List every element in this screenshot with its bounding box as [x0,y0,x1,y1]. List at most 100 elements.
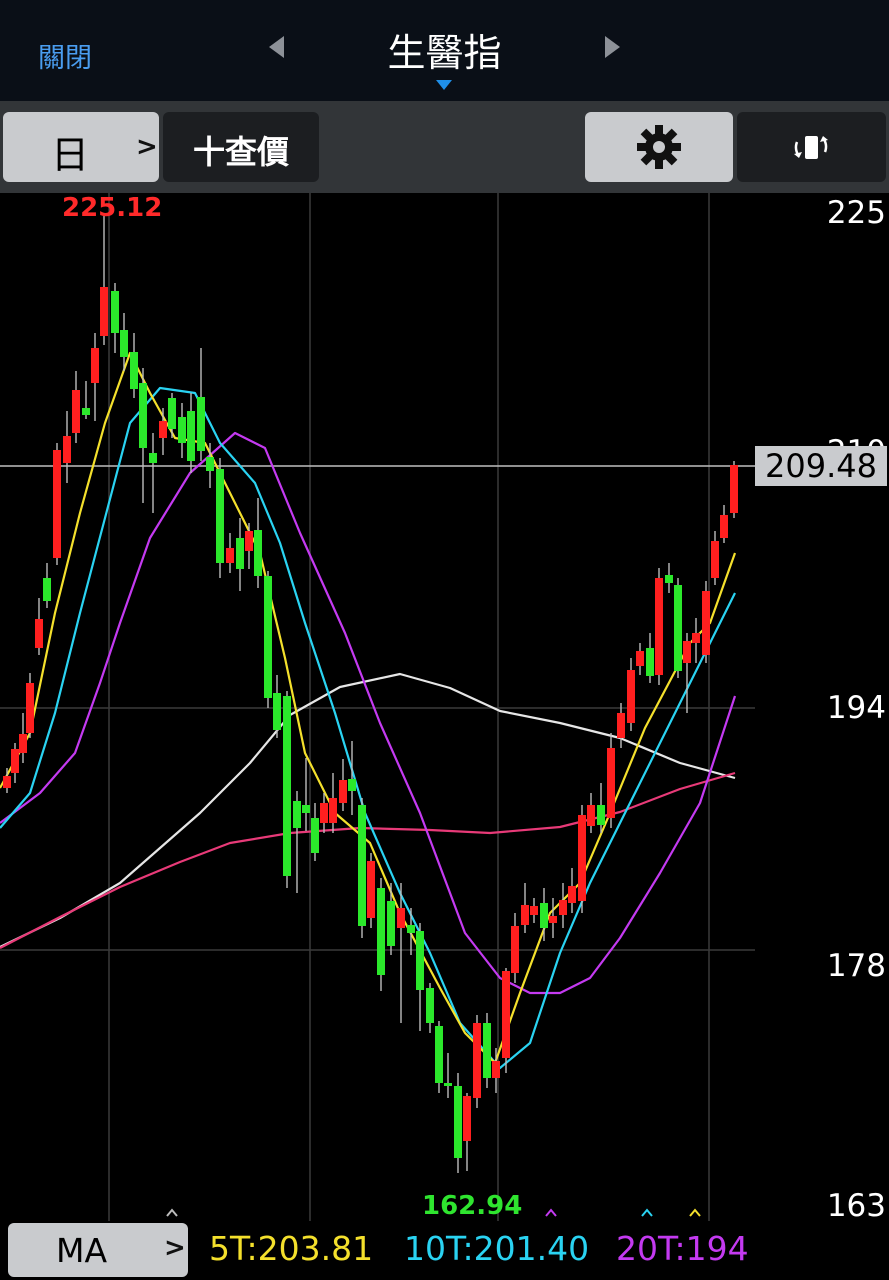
candle [245,523,253,569]
indicator-selector-button[interactable]: MA > [8,1223,188,1277]
candle-body [692,633,700,643]
candle-body [636,651,644,666]
candle-body [236,538,244,569]
candle [627,658,635,731]
candle-body [82,408,90,415]
candle-body [130,352,138,389]
candle [159,408,167,455]
candle-body [348,779,356,791]
candle [236,518,244,591]
candle [587,793,595,833]
page-title[interactable]: 生醫指 [0,22,889,77]
chevron-right-icon: > [164,1233,186,1263]
candle [435,1021,443,1093]
candle [226,533,234,573]
candle [168,393,176,438]
indicator-label: MA [56,1231,108,1270]
candle-body [226,548,234,563]
candle-body [568,886,576,903]
candle [139,368,147,503]
candle-body [11,749,19,773]
candle-body [120,330,128,357]
candle [19,713,27,763]
candle-body [311,818,319,853]
candle [655,568,663,685]
candle-body [444,1083,452,1086]
candle-body [483,1023,491,1078]
candle [367,853,375,928]
y-tick: 225 [826,195,886,231]
title-dropdown-caret-icon[interactable] [436,80,452,90]
candle-body [19,734,27,753]
candle-body [206,457,214,471]
candle-body [377,888,385,975]
candle-body [416,931,424,990]
candle-body [3,776,11,788]
candle-body [302,805,310,813]
candle-body [320,803,328,823]
candle [511,913,519,983]
candle-body [502,971,510,1058]
candle [502,968,510,1073]
ma5-value: 5T:203.81 [209,1229,374,1268]
crosshair-query-button[interactable]: 十查價 [163,112,319,182]
candle [100,213,108,345]
candle [540,888,548,941]
candle-body [617,713,625,738]
candle [53,443,61,565]
candle [607,733,615,828]
settings-button[interactable] [585,112,733,182]
candlestick-chart[interactable]: 225.12 162.94 225 210 194 178 163 209.48 [0,193,889,1224]
moving-average-lines [0,351,737,1070]
candle [473,1015,481,1108]
candle [530,898,538,923]
candle-body [100,287,108,336]
candle [674,578,682,678]
candle-body [111,291,119,333]
candle-body [26,683,34,733]
candle [293,791,301,893]
candle-body [530,906,538,915]
candle [187,393,195,473]
price-chart-svg[interactable] [0,193,755,1221]
candle-body [521,905,529,925]
candle [568,868,576,913]
ma-cross-marker [641,1208,653,1217]
candle [311,803,319,861]
candle-body [492,1061,500,1078]
candle-body [358,805,366,926]
candle-body [730,465,738,513]
candle [273,675,281,738]
candle [254,498,262,588]
candle-body [63,436,71,463]
candle-body [187,411,195,461]
candle [407,908,415,955]
candle [426,983,434,1033]
candle-body [646,648,654,676]
candle-body [283,696,291,876]
next-index-arrow-icon[interactable] [605,36,620,58]
ma20-value: 20T:194 [616,1229,749,1268]
price-axis: 225 210 194 178 163 [755,193,889,1224]
candle-body [578,815,586,901]
candle-body [655,578,663,675]
candle [454,1073,462,1173]
y-tick: 163 [826,1188,886,1224]
candle-body [367,861,375,918]
candle-body [587,805,595,826]
candle [63,411,71,483]
period-selector-button[interactable]: 日 > [3,112,159,182]
candle [216,458,224,578]
ma10-value: 10T:201.40 [404,1229,590,1268]
candle [130,333,138,398]
rotate-screen-button[interactable] [737,112,886,182]
candle [578,805,586,913]
candle-body [597,805,605,825]
y-tick: 194 [826,690,886,726]
candle [111,283,119,353]
top-bar: 關閉 生醫指 [0,0,889,101]
chart-toolbar: 日 > 十查價 [0,101,889,193]
candle [197,348,205,461]
candle [11,743,19,783]
candle-body [627,670,635,723]
